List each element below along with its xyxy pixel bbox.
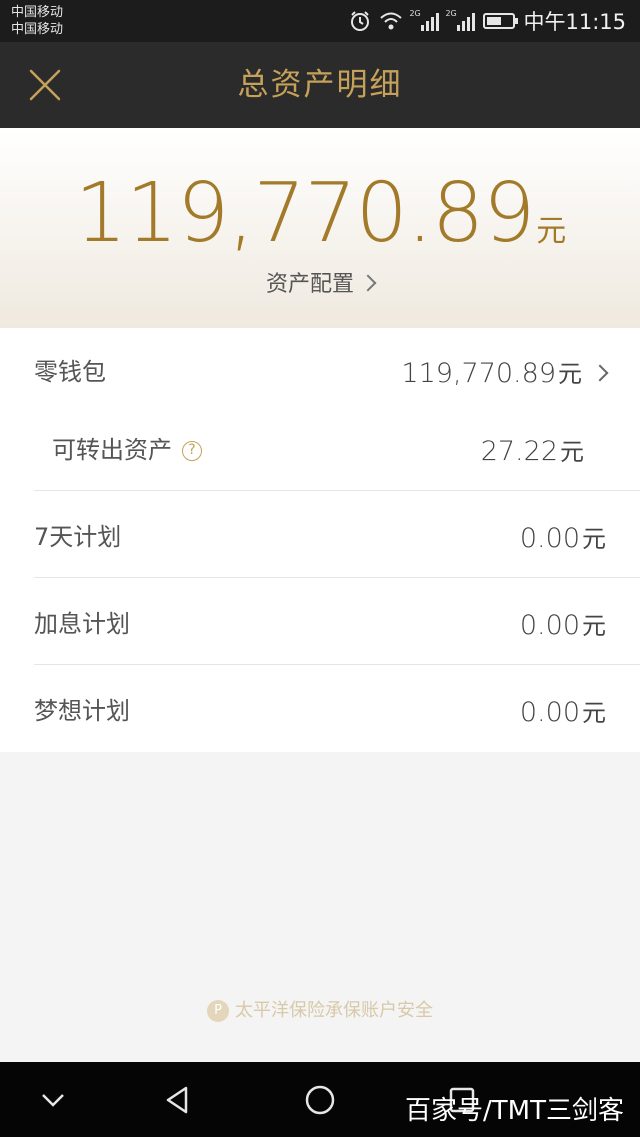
signal-icon: 2G [409,9,440,31]
row-label: 加息计划 [34,610,130,638]
row-label-text: 可转出资产 [52,436,172,464]
home-circle-icon [305,1085,335,1115]
total-unit: 元 [536,214,566,249]
row-amount: 119,770.89 [401,358,556,389]
chevron-right-icon [359,274,377,292]
row-value: 0.00元 [520,519,606,554]
row-label: 7天计划 [34,523,122,551]
chevron-right-icon [591,364,609,382]
back-button[interactable] [158,1080,198,1120]
row-value: 0.00元 [520,693,606,728]
status-icons: 2G 2G 中午11:15 [349,0,626,42]
row-value: 0.00元 [520,606,606,641]
insurance-note: P 太平洋保险承保账户安全 [0,996,640,1022]
row-label: 零钱包 [34,358,106,386]
clock: 中午11:15 [523,10,626,34]
list-item-7day-plan: 7天计划 0.00元 [0,491,640,577]
status-bar: 中国移动 中国移动 2G 2G 中午11:15 [0,0,640,42]
asset-summary: 119,770.89元 资产配置 [0,128,640,328]
row-value: 119,770.89元 [401,354,609,389]
insurance-note-text: 太平洋保险承保账户安全 [235,1000,433,1021]
asset-list: 零钱包 119,770.89元 可转出资产? 27.22元 7天计划 0.00元… [0,328,640,752]
row-unit: 元 [582,699,606,727]
signal-icon: 2G [445,9,476,31]
hide-nav-button[interactable] [33,1080,73,1120]
carrier-labels: 中国移动 中国移动 [11,4,63,38]
list-item-interest-plan: 加息计划 0.00元 [0,578,640,664]
row-label: 可转出资产? [52,430,202,465]
battery-icon [483,13,519,29]
help-icon[interactable]: ? [182,441,202,461]
list-item-transferable: 可转出资产? 27.22元 [0,412,640,490]
insurer-logo-icon: P [207,1000,229,1022]
row-unit: 元 [560,438,584,466]
row-amount: 27.22 [480,436,558,467]
carrier-2: 中国移动 [11,22,64,37]
row-value: 27.22元 [481,432,584,467]
list-item-wallet[interactable]: 零钱包 119,770.89元 [0,328,640,412]
back-triangle-icon [166,1086,188,1114]
row-unit: 元 [558,360,582,388]
watermark: 百家号/TMT三剑客 [405,1096,624,1126]
app-header: 总资产明细 [0,42,640,128]
asset-allocation-link[interactable]: 资产配置 [0,266,640,298]
page-title: 总资产明细 [237,67,403,103]
row-amount: 0.00 [519,697,580,728]
row-label: 梦想计划 [34,697,130,725]
chevron-down-icon [42,1094,64,1107]
asset-allocation-label: 资产配置 [265,272,354,297]
wifi-icon [380,12,403,30]
list-item-dream-plan: 梦想计划 0.00元 [0,665,640,752]
network-type-1: 2G [409,9,421,18]
home-button[interactable] [300,1080,340,1120]
total-amount: 119,770.89 [74,166,535,261]
row-amount: 0.00 [519,523,580,554]
alarm-icon [351,11,370,31]
network-type-2: 2G [445,9,457,18]
row-amount: 0.00 [519,610,580,641]
row-unit: 元 [582,525,606,553]
row-unit: 元 [582,612,606,640]
carrier-1: 中国移动 [11,5,64,20]
total-assets: 119,770.89元 [0,166,640,280]
